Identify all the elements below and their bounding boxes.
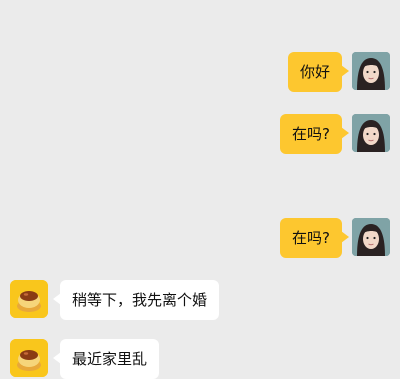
message-bubble[interactable]: 在吗? — [280, 218, 349, 258]
message-bubble[interactable]: 稍等下，我先离个婚 — [52, 280, 220, 320]
chat-area: 你好 在吗? 在吗? 稍等下，我先离个婚 最近家里乱 — [0, 0, 400, 379]
pudding-avatar-icon[interactable] — [10, 280, 48, 318]
girl-avatar-icon[interactable] — [352, 114, 390, 152]
girl-avatar-icon[interactable] — [352, 218, 390, 256]
pudding-avatar-icon[interactable] — [10, 339, 48, 377]
message-text: 最近家里乱 — [72, 350, 148, 368]
message-bubble[interactable]: 你好 — [287, 52, 350, 92]
message-bubble[interactable]: 最近家里乱 — [52, 339, 160, 379]
message-text: 稍等下，我先离个婚 — [72, 291, 208, 309]
message-bubble[interactable]: 在吗? — [280, 114, 349, 154]
message-text: 在吗? — [292, 125, 330, 143]
message-text: 你好 — [299, 63, 330, 81]
girl-avatar-icon[interactable] — [352, 52, 390, 90]
message-text: 在吗? — [292, 229, 330, 247]
